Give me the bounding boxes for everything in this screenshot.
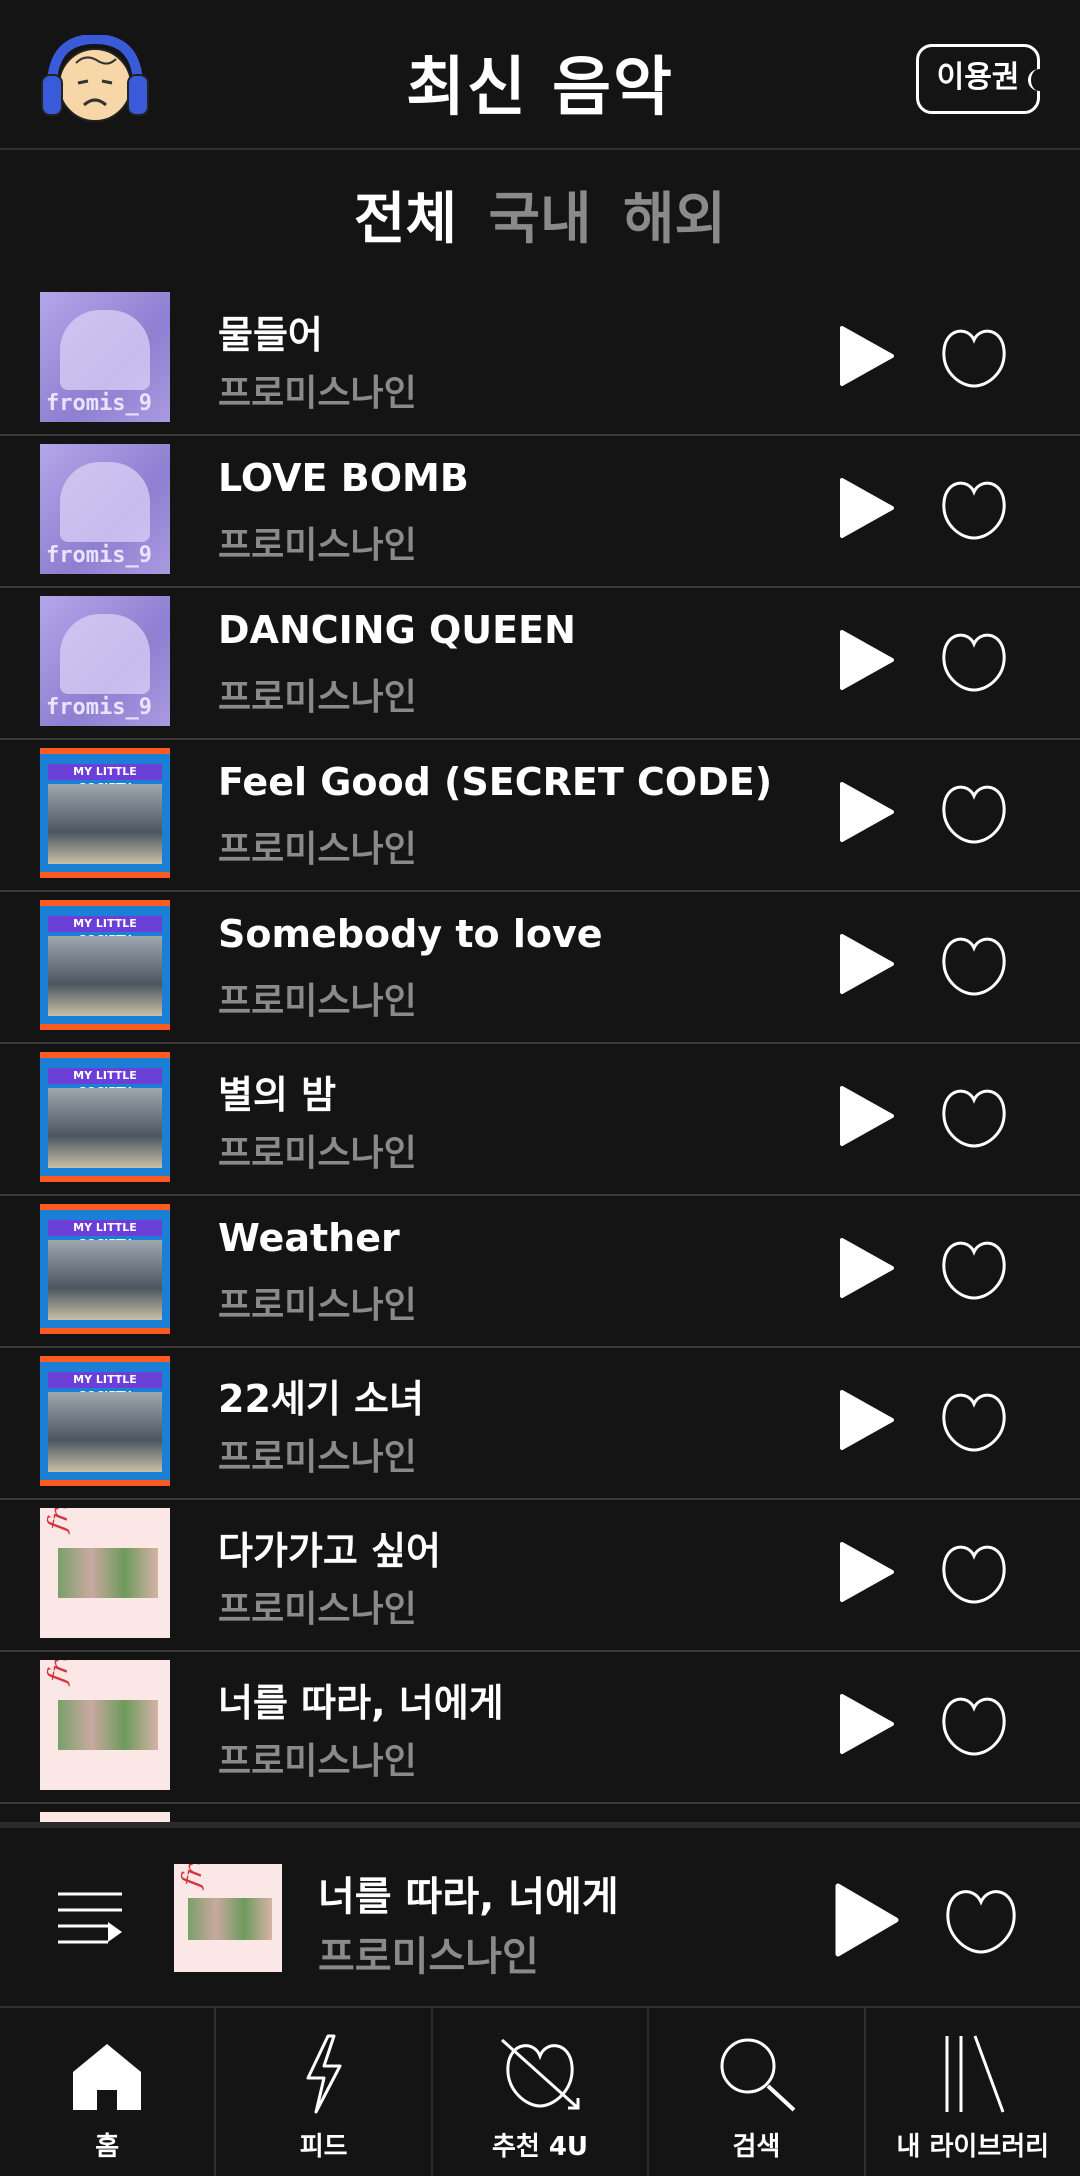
song-artist: 프로미스나인 [218,829,417,870]
song-title: 물들어 [218,313,323,357]
heart-arrow-icon [501,2038,580,2110]
album-cover: MY LITTLE SOCIETY [40,748,170,878]
song-artist: 프로미스나인 [218,373,417,414]
heart-icon[interactable] [940,1236,1008,1302]
song-row[interactable]: MY LITTLE SOCIETY 22세기 소녀 프로미스나인 [0,1348,1080,1500]
heart-icon[interactable] [940,324,1008,390]
song-artist: 프로미스나인 [218,1741,417,1782]
now-playing-artist: 프로미스나인 [318,1934,539,1980]
album-cover: fromis_9 [40,292,170,422]
song-row[interactable]: MY LITTLE SOCIETY Feel Good (SECRET CODE… [0,740,1080,892]
song-row[interactable]: fromis_9 DANCING QUEEN 프로미스나인 [0,588,1080,740]
song-artist: 프로미스나인 [218,981,417,1022]
song-row-partial[interactable] [0,1804,1080,1824]
now-playing-cover: fromis_9 [174,1864,282,1972]
library-icon [945,2035,1005,2113]
heart-icon[interactable] [940,1084,1008,1150]
bottom-nav: 홈 피드 추천 4U 검색 내 라이브러리 [0,2008,1080,2176]
play-icon[interactable] [836,932,896,996]
song-title: Weather [218,1216,400,1260]
song-row[interactable]: fromis_9 너를 따라, 너에게 프로미스나인 [0,1652,1080,1804]
heart-icon[interactable] [944,1884,1018,1956]
album-cover: fromis_9 [40,596,170,726]
heart-icon[interactable] [940,628,1008,694]
heart-icon[interactable] [940,1388,1008,1454]
song-list: fromis_9 물들어 프로미스나인 fromis_9 LOVE BOMB 프… [0,284,1080,1824]
play-icon[interactable] [836,476,896,540]
nav-label: 추천 4U [491,2132,589,2162]
nav-recommend[interactable]: 추천 4U [433,2008,650,2176]
album-cover: fromis_9 [40,1508,170,1638]
song-title: 22세기 소녀 [218,1377,424,1421]
nav-library[interactable]: 내 라이브러리 [866,2008,1080,2176]
category-tabs: 전체 국내 해외 [0,174,1080,255]
tab-all[interactable]: 전체 [354,187,457,252]
nav-label: 검색 [732,2132,781,2162]
tab-domestic[interactable]: 국내 [488,187,591,252]
song-title: Feel Good (SECRET CODE) [218,760,773,804]
song-title: Somebody to love [218,912,603,956]
search-icon [720,2038,796,2112]
song-row[interactable]: MY LITTLE SOCIETY 별의 밤 프로미스나인 [0,1044,1080,1196]
play-icon[interactable] [836,324,896,388]
song-artist: 프로미스나인 [218,677,417,718]
play-icon[interactable] [830,1882,900,1958]
song-artist: 프로미스나인 [218,1589,417,1630]
heart-icon[interactable] [940,780,1008,846]
song-row[interactable]: fromis_9 다가가고 싶어 프로미스나인 [0,1500,1080,1652]
play-icon[interactable] [836,1084,896,1148]
album-cover: fromis_9 [40,1660,170,1790]
song-artist: 프로미스나인 [218,525,417,566]
nav-label: 홈 [95,2132,120,2162]
playlist-queue-icon[interactable] [56,1888,124,1948]
now-playing-title: 너를 따라, 너에게 [318,1874,619,1920]
song-artist: 프로미스나인 [218,1437,417,1478]
nav-feed[interactable]: 피드 [216,2008,433,2176]
song-title: 다가가고 싶어 [218,1529,441,1573]
album-cover: MY LITTLE SOCIETY [40,1052,170,1182]
song-title: LOVE BOMB [218,456,469,500]
heart-icon[interactable] [940,476,1008,542]
nav-label: 내 라이브러리 [896,2132,1050,2162]
tab-overseas[interactable]: 해외 [623,187,726,252]
album-cover: fromis_9 [40,444,170,574]
song-row[interactable]: MY LITTLE SOCIETY Somebody to love 프로미스나… [0,892,1080,1044]
play-icon[interactable] [836,1692,896,1756]
lightning-icon [306,2034,342,2114]
song-title: DANCING QUEEN [218,608,576,652]
song-row[interactable]: fromis_9 물들어 프로미스나인 [0,284,1080,436]
play-icon[interactable] [836,1236,896,1300]
nav-home[interactable]: 홈 [0,2008,217,2176]
play-icon[interactable] [836,1540,896,1604]
song-row[interactable]: MY LITTLE SOCIETY Weather 프로미스나인 [0,1196,1080,1348]
heart-icon[interactable] [940,932,1008,998]
heart-icon[interactable] [940,1540,1008,1606]
song-artist: 프로미스나인 [218,1133,417,1174]
album-cover: MY LITTLE SOCIETY [40,1356,170,1486]
play-icon[interactable] [836,628,896,692]
nav-label: 피드 [299,2132,348,2162]
song-title: 별의 밤 [218,1073,337,1117]
play-icon[interactable] [836,780,896,844]
nav-search[interactable]: 검색 [649,2008,866,2176]
ticket-button[interactable]: 이용권 [916,44,1047,114]
heart-icon[interactable] [940,1692,1008,1758]
album-cover: MY LITTLE SOCIETY [40,1204,170,1334]
song-row[interactable]: fromis_9 LOVE BOMB 프로미스나인 [0,436,1080,588]
play-icon[interactable] [836,1388,896,1452]
song-title: 너를 따라, 너에게 [218,1681,504,1725]
app-header: 최신 음악 이용권 [0,0,1080,150]
album-cover: MY LITTLE SOCIETY [40,900,170,1030]
mini-player[interactable]: fromis_9 너를 따라, 너에게 프로미스나인 [0,1828,1080,2008]
home-icon [73,2044,142,2110]
song-artist: 프로미스나인 [218,1285,417,1326]
